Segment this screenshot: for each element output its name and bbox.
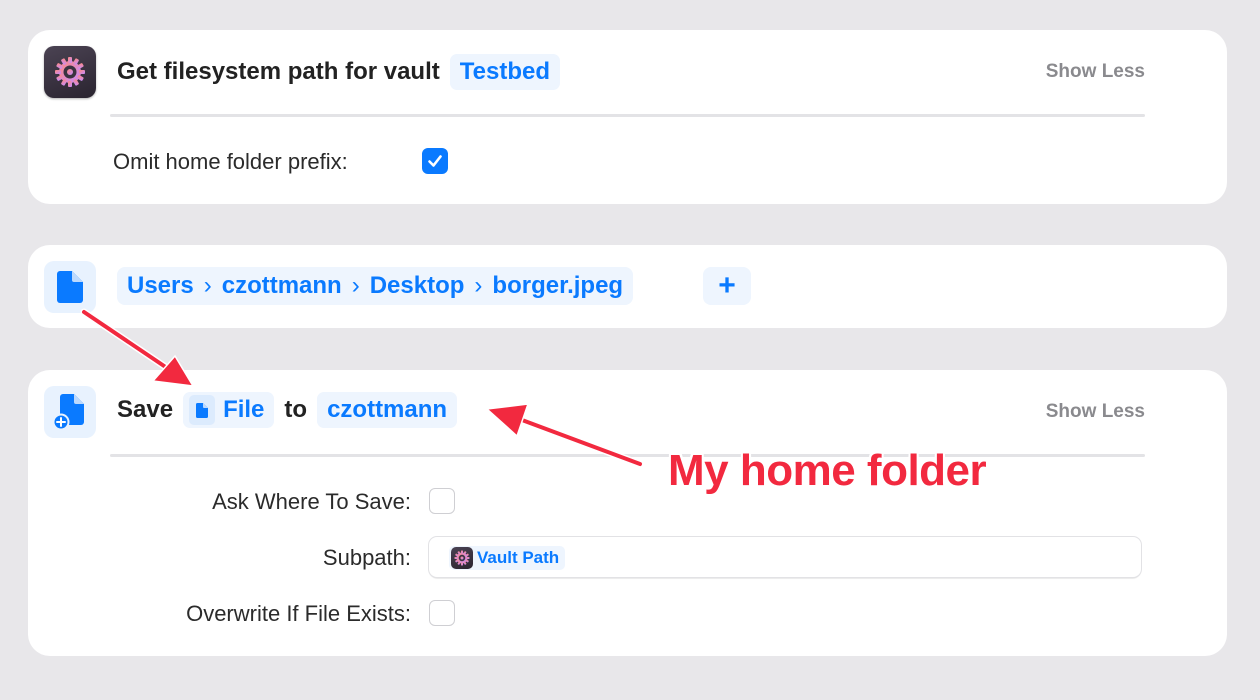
annotation-label: My home folder xyxy=(668,446,987,495)
file-icon xyxy=(189,395,216,425)
vault-path-variable-token[interactable]: Vault Path xyxy=(449,546,566,570)
show-less-button[interactable]: Show Less xyxy=(1046,61,1145,83)
overwrite-label: Overwrite If File Exists: xyxy=(186,601,411,626)
ask-where-label: Ask Where To Save: xyxy=(212,489,411,514)
gear-app-icon xyxy=(44,46,96,98)
vault-path-label: Vault Path xyxy=(477,548,560,567)
ask-where-checkbox[interactable] xyxy=(429,488,455,514)
chevron-right-icon: › xyxy=(351,272,360,299)
path-segment: czottmann xyxy=(221,272,342,299)
file-token-label: File xyxy=(223,396,265,423)
subpath-label: Subpath: xyxy=(322,545,411,570)
path-segment: Users xyxy=(127,272,194,299)
chevron-right-icon: › xyxy=(203,272,212,299)
save-file-icon xyxy=(44,386,96,438)
action-title: Get filesystem path for vault xyxy=(117,58,440,85)
gear-app-icon xyxy=(451,547,473,569)
omit-prefix-checkbox[interactable] xyxy=(422,148,448,174)
chevron-right-icon: › xyxy=(474,272,483,299)
divider xyxy=(110,114,1145,117)
omit-prefix-label: Omit home folder prefix: xyxy=(113,149,348,174)
file-path-token[interactable]: Users › czottmann › Desktop › borger.jpe… xyxy=(117,267,634,305)
action-file-path[interactable]: Users › czottmann › Desktop › borger.jpe… xyxy=(28,245,1227,328)
show-less-button[interactable]: Show Less xyxy=(1046,401,1145,423)
add-path-button[interactable]: + xyxy=(703,267,751,305)
file-icon xyxy=(44,261,96,313)
subpath-input[interactable]: Vault Path xyxy=(429,537,1141,577)
action-get-vault-path[interactable]: Get filesystem path for vault Testbed Sh… xyxy=(28,30,1227,204)
action-save-file[interactable]: Save File to czottmann Show Less Ask Whe… xyxy=(28,370,1227,656)
action-title-row: Get filesystem path for vault Testbed xyxy=(117,54,560,90)
vault-token[interactable]: Testbed xyxy=(449,54,560,90)
save-verb: Save xyxy=(117,396,174,423)
checkmark-icon xyxy=(428,155,442,167)
to-label: to xyxy=(284,396,308,423)
destination-token[interactable]: czottmann xyxy=(317,392,458,428)
action-title-row: Save File to czottmann xyxy=(117,392,458,428)
path-segment: Desktop xyxy=(369,272,465,299)
overwrite-checkbox[interactable] xyxy=(429,600,455,626)
path-segment: borger.jpeg xyxy=(492,272,624,299)
file-token[interactable]: File xyxy=(183,392,275,428)
divider xyxy=(110,454,1145,457)
